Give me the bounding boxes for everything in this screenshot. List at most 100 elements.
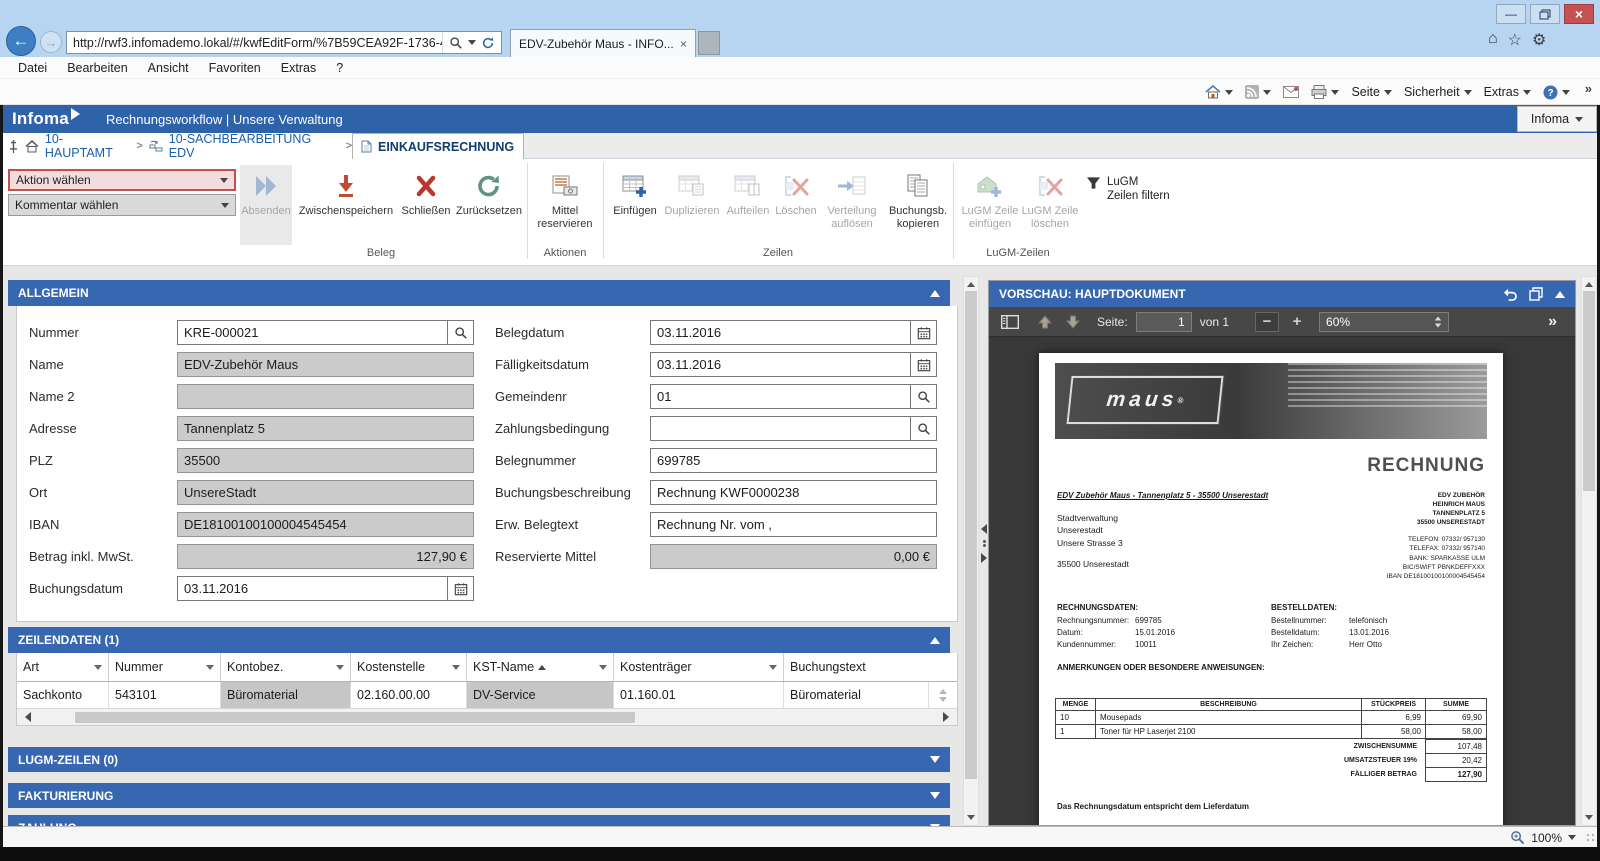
feeds-button[interactable] [1245,85,1271,99]
zoom-menu-icon[interactable] [1568,835,1576,840]
resize-grip[interactable] [1586,833,1596,843]
chevron-up-icon[interactable] [939,689,947,694]
section-lugm-zeilen-header[interactable]: LUGM-ZEILEN (0) [8,747,950,772]
column-kostentraeger[interactable]: Kostenträger [614,653,784,681]
maximize-button[interactable] [1530,4,1560,24]
table-row[interactable]: Sachkonto 543101 Büromaterial 02.160.00.… [17,682,957,708]
menu-extras[interactable]: Extras [271,61,326,75]
search-icon[interactable] [449,36,463,50]
expand-icon[interactable] [930,756,940,763]
copy-icon[interactable] [1529,287,1543,301]
chevron-down-icon[interactable] [939,697,947,702]
field-gemeindenr[interactable]: 01 [650,384,937,409]
panel-splitter[interactable] [981,524,987,563]
scroll-down-icon[interactable] [967,815,975,820]
print-button[interactable] [1311,85,1339,99]
date-picker-button[interactable] [447,577,473,600]
column-menu-icon[interactable] [206,665,214,670]
field-buchungsbeschreibung[interactable]: Rechnung KWF0000238 [650,480,937,505]
zoom-magnifier-icon[interactable] [1510,830,1525,845]
kommentar-waehlen-dropdown[interactable]: Kommentar wählen [8,194,236,216]
address-bar[interactable]: http://rwf3.infomademo.lokal/#/kwfEditFo… [66,31,502,54]
sidebar-toggle-icon[interactable] [1001,315,1019,329]
zoom-level-select[interactable]: 60% [1319,312,1449,332]
collapse-icon[interactable] [930,290,940,297]
column-art[interactable]: Art [17,653,109,681]
zwischenspeichern-button[interactable]: Zwischenspeichern [296,165,396,245]
preview-scrollbar[interactable] [1581,276,1597,826]
page-number-input[interactable]: 1 [1136,312,1192,332]
schliessen-button[interactable]: Schließen [398,165,454,245]
infoma-user-menu[interactable]: Infoma [1517,106,1597,132]
tools-menu[interactable]: Extras [1484,85,1531,99]
field-nummer[interactable]: KRE-000021 [177,320,474,345]
scrollbar-thumb[interactable] [965,291,977,779]
pin-icon[interactable] [8,139,19,154]
column-menu-icon[interactable] [94,665,102,670]
scrollbar-thumb[interactable] [75,712,635,723]
column-buchungstext[interactable]: Buchungstext [784,653,929,681]
aktion-waehlen-dropdown[interactable]: Aktion wählen [8,169,236,191]
new-tab-button[interactable] [698,31,720,55]
menu-datei[interactable]: Datei [8,61,57,75]
scroll-up-icon[interactable] [967,282,975,287]
column-menu-icon[interactable] [599,665,607,670]
tab-close-icon[interactable]: × [680,37,687,51]
scroll-down-icon[interactable] [1585,815,1593,820]
scrollbar-thumb[interactable] [1583,291,1595,491]
preview-header[interactable]: VORSCHAU: HAUPTDOKUMENT [989,281,1575,307]
lugm-zeilen-filtern-button[interactable]: LuGM Zeilen filtern [1086,175,1172,204]
refresh-icon[interactable] [481,36,495,50]
field-zahlungsbedingung[interactable] [650,416,937,441]
column-menu-icon[interactable] [336,665,344,670]
date-picker-button[interactable] [910,353,936,376]
section-allgemein-header[interactable]: ALLGEMEIN [8,280,950,306]
read-mail-button[interactable] [1283,86,1299,98]
spinner-up-icon[interactable] [1435,316,1441,320]
menu-favoriten[interactable]: Favoriten [199,61,271,75]
field-belegnummer[interactable]: 699785 [650,448,937,473]
forward-button[interactable]: → [40,31,62,53]
menu-hilfe[interactable]: ? [326,61,353,75]
collapse-icon[interactable] [1555,291,1565,298]
column-menu-icon[interactable] [769,665,777,670]
mittel-reservieren-button[interactable]: Mittel reservieren [533,165,597,245]
settings-gear-icon[interactable]: ⚙ [1532,30,1546,50]
zoom-out-button[interactable]: − [1255,312,1279,332]
column-kostenstelle[interactable]: Kostenstelle [351,653,467,681]
section-zeilendaten-header[interactable]: ZEILENDATEN (1) [8,627,950,653]
pdf-viewport[interactable]: maus® RECHNUNG EDV Zubehör Maus - Tannen… [989,337,1575,825]
row-spinner[interactable] [929,682,957,708]
field-faelligkeitsdatum[interactable]: 03.11.2016 [650,352,937,377]
spinner-down-icon[interactable] [1435,323,1441,327]
address-dropdown-icon[interactable] [468,40,476,45]
page-menu[interactable]: Seite [1351,85,1392,99]
left-panel-scrollbar[interactable] [963,276,979,826]
zoom-level-label[interactable]: 100% [1531,831,1562,845]
favorites-star-icon[interactable]: ☆ [1508,30,1522,50]
back-button[interactable]: ← [6,26,36,56]
einfuegen-button[interactable]: Einfügen [609,165,661,245]
lookup-button[interactable] [447,321,473,344]
column-nummer[interactable]: Nummer [109,653,221,681]
field-buchungsdatum[interactable]: 03.11.2016 [177,576,474,601]
page-up-icon[interactable] [1037,314,1053,330]
zoom-in-button[interactable]: + [1285,312,1309,332]
collapse-icon[interactable] [930,637,940,644]
scroll-right-icon[interactable] [943,712,949,722]
close-button[interactable]: × [1564,4,1594,24]
minimize-button[interactable]: — [1496,4,1526,24]
toolbar-more-icon[interactable]: » [1548,313,1557,331]
safety-menu[interactable]: Sicherheit [1404,85,1472,99]
menu-bearbeiten[interactable]: Bearbeiten [57,61,137,75]
undo-icon[interactable] [1502,287,1517,301]
scroll-up-icon[interactable] [1585,282,1593,287]
column-kst-name[interactable]: KST-Name [467,653,614,681]
home-page-button[interactable] [1205,85,1233,99]
lookup-button[interactable] [910,417,936,440]
lookup-button[interactable] [910,385,936,408]
section-zahlung-header[interactable]: ZAHLUNG [8,815,950,826]
breadcrumb-hauptamt[interactable]: 10-HAUPTAMT [45,132,131,160]
breadcrumb-active-tab[interactable]: EINKAUFSRECHNUNG [352,133,524,159]
field-belegdatum[interactable]: 03.11.2016 [650,320,937,345]
